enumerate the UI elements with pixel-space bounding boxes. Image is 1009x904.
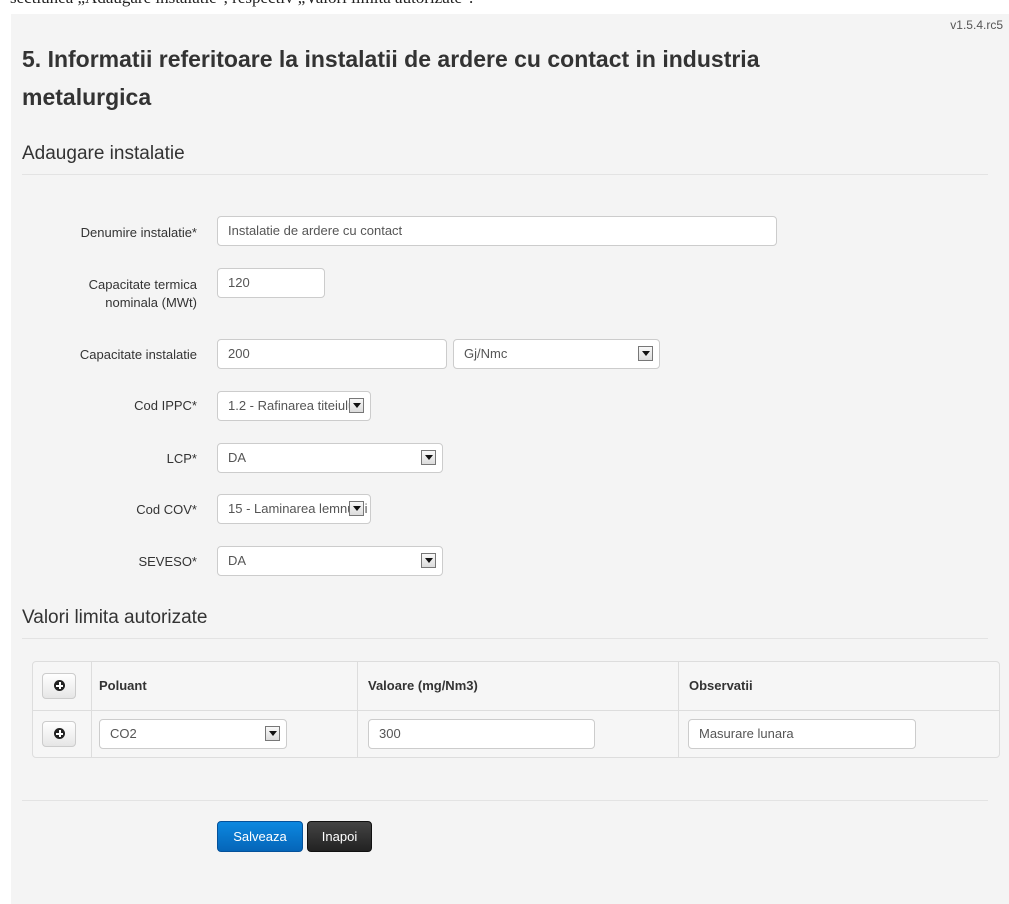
poluant-select-value: CO2 <box>110 726 137 741</box>
cov-select-value: 15 - Laminarea lemnului <box>228 501 368 516</box>
row-action-button[interactable] <box>42 721 76 747</box>
capacitate-termica-label: Capacitate termica nominala (MWt) <box>88 277 197 310</box>
section-title-valori: Valori limita autorizate <box>22 607 208 628</box>
version-label: v1.5.4.rc5 <box>950 18 1003 32</box>
unitate-select-value: Gj/Nmc <box>464 346 508 361</box>
column-header-valoare: Valoare (mg/Nm3) <box>368 678 478 693</box>
seveso-label: SEVESO* <box>138 554 197 569</box>
plus-circle-icon <box>54 680 65 691</box>
section-divider <box>22 638 988 639</box>
lcp-label: LCP* <box>166 451 197 466</box>
save-button[interactable]: Salveaza <box>217 821 303 852</box>
lcp-select-value: DA <box>228 450 247 465</box>
ippc-label: Cod IPPC* <box>134 398 197 413</box>
seveso-select[interactable]: DA <box>217 546 443 576</box>
denumire-label: Denumire instalatie* <box>80 225 197 240</box>
column-header-observatii: Observatii <box>689 678 753 693</box>
denumire-input[interactable]: Instalatie de ardere cu contact <box>217 216 777 246</box>
chevron-down-icon <box>638 346 653 361</box>
chevron-down-icon <box>349 501 364 516</box>
ippc-select[interactable]: 1.2 - Rafinarea titeiului <box>217 391 371 421</box>
cov-label: Cod COV* <box>136 502 197 517</box>
chevron-down-icon <box>349 398 364 413</box>
valori-table: Poluant Valoare (mg/Nm3) Observatii CO2 … <box>32 661 1000 758</box>
plus-circle-icon <box>54 728 65 739</box>
capacitate-instalatie-input[interactable]: 200 <box>217 339 447 369</box>
cov-select[interactable]: 15 - Laminarea lemnului <box>217 494 371 524</box>
section-title-adaugare: Adaugare instalatie <box>22 143 185 164</box>
row-separator <box>33 710 999 711</box>
poluant-select[interactable]: CO2 <box>99 719 287 749</box>
page-title: 5. Informatii referitoare la instalatii … <box>22 46 760 110</box>
capacitate-termica-input[interactable]: 120 <box>217 268 325 298</box>
observatii-input[interactable]: Masurare lunara <box>688 719 916 749</box>
add-row-button[interactable] <box>42 673 76 699</box>
column-header-poluant: Poluant <box>99 678 147 693</box>
chevron-down-icon <box>265 726 280 741</box>
unitate-select[interactable]: Gj/Nmc <box>453 339 660 369</box>
valoare-input[interactable]: 300 <box>368 719 595 749</box>
footer-divider <box>22 800 988 801</box>
back-button[interactable]: Inapoi <box>307 821 372 852</box>
chevron-down-icon <box>421 450 436 465</box>
capacitate-instalatie-label: Capacitate instalatie <box>79 347 197 362</box>
section-divider <box>22 174 988 175</box>
document-caption: sectiunea „Adaugare instalatie", respect… <box>10 0 473 8</box>
chevron-down-icon <box>421 553 436 568</box>
seveso-select-value: DA <box>228 553 247 568</box>
ippc-select-value: 1.2 - Rafinarea titeiului <box>228 398 359 413</box>
lcp-select[interactable]: DA <box>217 443 443 473</box>
